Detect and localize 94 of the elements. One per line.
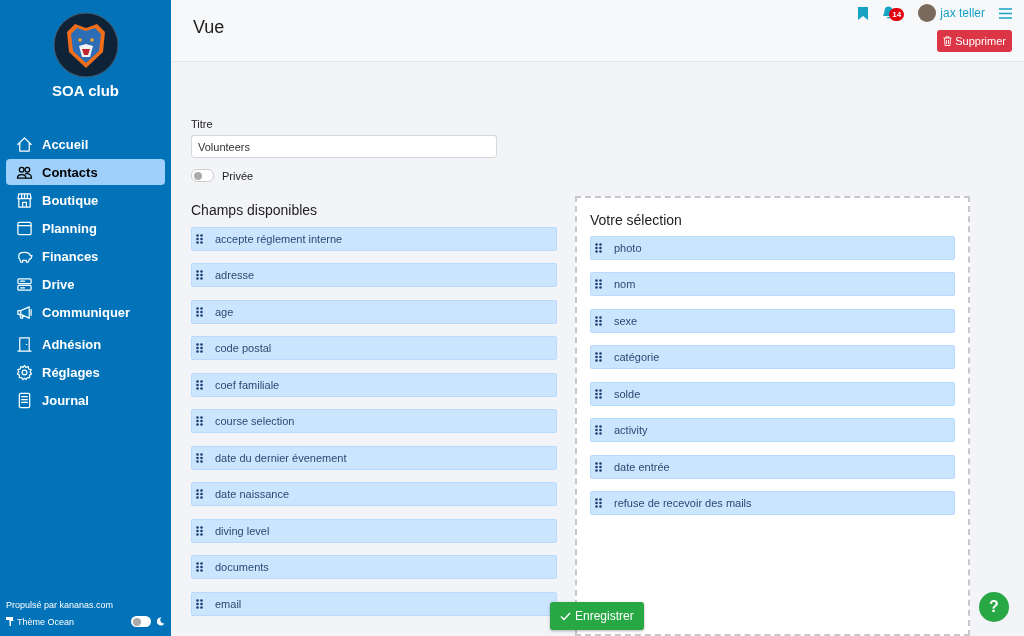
field-chip[interactable]: coef familiale <box>191 372 557 397</box>
nav-item[interactable]: Réglages <box>6 359 165 385</box>
drag-handle-icon[interactable] <box>595 425 602 435</box>
field-chip[interactable]: catégorie <box>590 345 955 369</box>
drag-handle-icon[interactable] <box>196 598 203 609</box>
drag-handle-icon[interactable] <box>196 343 203 353</box>
drag-handle-icon[interactable] <box>196 233 203 244</box>
bookmark-icon[interactable] <box>858 6 869 20</box>
field-chip[interactable]: date du dernier évenement <box>191 445 557 470</box>
nav-item[interactable]: Boutique <box>6 187 165 213</box>
powered-by-text: Propulsé par kananas.com <box>6 600 115 610</box>
drag-handle-icon[interactable] <box>196 562 203 572</box>
drag-handle-icon[interactable] <box>196 452 203 463</box>
drag-handle-icon[interactable] <box>595 352 602 362</box>
delete-button[interactable]: Supprimer <box>937 30 1012 52</box>
field-label: age <box>215 305 234 318</box>
field-chip[interactable]: course selection <box>191 409 557 433</box>
gear-icon <box>16 363 33 381</box>
field-chip[interactable]: adresse <box>191 263 557 287</box>
drag-handle-icon[interactable] <box>595 498 602 508</box>
menu-icon[interactable] <box>999 7 1012 19</box>
field-chip[interactable]: nom <box>590 272 955 296</box>
drag-handle-icon[interactable] <box>595 315 602 326</box>
private-toggle[interactable] <box>191 169 214 182</box>
private-label: Privée <box>222 169 254 182</box>
club-name: SOA club <box>52 82 119 99</box>
field-label: sexe <box>614 314 638 327</box>
field-label: date entrée <box>614 460 670 473</box>
document-icon <box>16 391 33 409</box>
drag-handle-icon[interactable] <box>196 379 203 390</box>
drag-handle-icon[interactable] <box>595 461 602 472</box>
field-label: solde <box>614 387 641 400</box>
field-label: documents <box>215 561 269 573</box>
megaphone-icon <box>16 303 33 321</box>
house-icon <box>16 135 33 153</box>
field-chip[interactable]: refuse de recevoir des mails <box>590 491 955 515</box>
bear-logo-icon <box>52 12 119 78</box>
title-input[interactable]: Volunteers <box>191 135 497 158</box>
nav-item[interactable]: Finances <box>6 243 165 269</box>
field-chip[interactable]: age <box>191 299 557 324</box>
field-chip[interactable]: activity <box>590 418 955 442</box>
nav-item[interactable]: Drive <box>6 271 165 297</box>
nav-item[interactable]: Adhésion <box>6 331 165 357</box>
field-chip[interactable]: date naissance <box>191 482 557 506</box>
nav-item[interactable]: Contacts <box>6 159 165 185</box>
field-label: code postal <box>215 342 272 354</box>
field-label: activity <box>614 424 648 436</box>
field-label: course selection <box>215 415 295 427</box>
nav-item[interactable]: Accueil <box>6 131 165 157</box>
field-label: catégorie <box>614 351 660 363</box>
dark-mode-toggle[interactable] <box>131 616 151 627</box>
field-label: date naissance <box>215 488 289 500</box>
field-label: nom <box>614 278 636 290</box>
drag-handle-icon[interactable] <box>196 270 203 280</box>
field-chip[interactable]: email <box>191 591 557 616</box>
field-chip[interactable]: code postal <box>191 336 557 360</box>
drag-handle-icon[interactable] <box>595 388 602 399</box>
field-chip[interactable]: date entrée <box>590 454 955 479</box>
field-chip[interactable]: documents <box>191 555 557 579</box>
field-label: adresse <box>215 269 255 281</box>
moon-icon <box>156 617 165 626</box>
field-label: diving level <box>215 524 270 537</box>
nav-item[interactable]: Planning <box>6 215 165 241</box>
drag-handle-icon[interactable] <box>595 242 602 253</box>
theme-link[interactable]: Thème Ocean <box>6 616 131 627</box>
drag-handle-icon[interactable] <box>196 416 203 426</box>
field-chip[interactable]: solde <box>590 381 955 406</box>
trash-icon <box>943 36 953 46</box>
field-label: accepte réglement interne <box>215 232 343 245</box>
drag-handle-icon[interactable] <box>196 489 203 499</box>
drag-handle-icon[interactable] <box>196 525 203 536</box>
field-label: email <box>215 597 242 610</box>
selection-heading: Votre sélection <box>590 212 683 228</box>
field-chip[interactable]: diving level <box>191 518 557 543</box>
nav-item[interactable]: Journal <box>6 387 165 413</box>
field-label: refuse de recevoir des mails <box>614 497 752 509</box>
field-label: date du dernier évenement <box>215 451 347 464</box>
field-label: coef familiale <box>215 378 280 391</box>
door-icon <box>16 335 33 353</box>
storefront-icon <box>16 191 33 209</box>
field-chip[interactable]: sexe <box>590 308 955 333</box>
available-fields-heading: Champs disponibles <box>191 202 319 218</box>
drawers-icon <box>16 275 33 293</box>
calendar-icon <box>16 219 33 237</box>
field-label: photo <box>614 241 642 254</box>
check-icon <box>560 611 571 621</box>
drag-handle-icon[interactable] <box>196 306 203 317</box>
drag-handle-icon[interactable] <box>595 279 602 289</box>
nav-item[interactable]: Communiquer <box>6 299 165 325</box>
field-chip[interactable]: accepte réglement interne <box>191 226 557 251</box>
title-label: Titre <box>191 118 214 130</box>
paint-roller-icon <box>6 617 15 626</box>
page-title: Vue <box>193 17 226 38</box>
field-chip[interactable]: photo <box>590 235 955 260</box>
